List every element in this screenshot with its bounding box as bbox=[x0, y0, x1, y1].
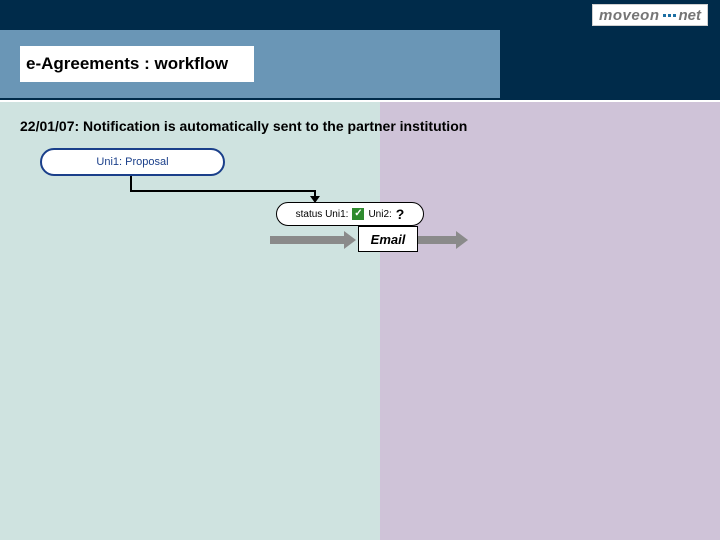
logo-dots-icon bbox=[662, 14, 677, 17]
content-right-panel bbox=[380, 102, 720, 540]
title-band-right bbox=[500, 30, 720, 98]
arrow-icon bbox=[270, 236, 344, 244]
proposal-box: Uni1: Proposal bbox=[40, 148, 225, 176]
page-title: e-Agreements : workflow bbox=[20, 46, 254, 82]
question-mark-icon: ? bbox=[396, 206, 405, 222]
email-label: Email bbox=[371, 232, 406, 247]
proposal-label: Uni1: Proposal bbox=[96, 156, 168, 168]
connector-line bbox=[130, 190, 314, 192]
top-bar: moveon net bbox=[0, 0, 720, 30]
subtitle: 22/01/07: Notification is automatically … bbox=[20, 118, 467, 134]
connector-line bbox=[130, 176, 132, 190]
title-band: e-Agreements : workflow bbox=[0, 30, 720, 100]
logo-text-net: net bbox=[679, 7, 702, 24]
logo-text-moveon: moveon bbox=[599, 7, 660, 24]
email-box: Email bbox=[358, 226, 418, 252]
logo: moveon net bbox=[592, 4, 708, 26]
slide: moveon net e-Agreements : workflow 22/01… bbox=[0, 0, 720, 540]
check-icon: ✓ bbox=[352, 208, 364, 220]
content-area: 22/01/07: Notification is automatically … bbox=[0, 102, 720, 540]
status-uni2-label: Uni2: bbox=[368, 209, 391, 220]
status-uni1-label: status Uni1: bbox=[296, 209, 349, 220]
arrow-icon bbox=[418, 236, 456, 244]
status-oval: status Uni1: ✓ Uni2: ? bbox=[276, 202, 424, 226]
